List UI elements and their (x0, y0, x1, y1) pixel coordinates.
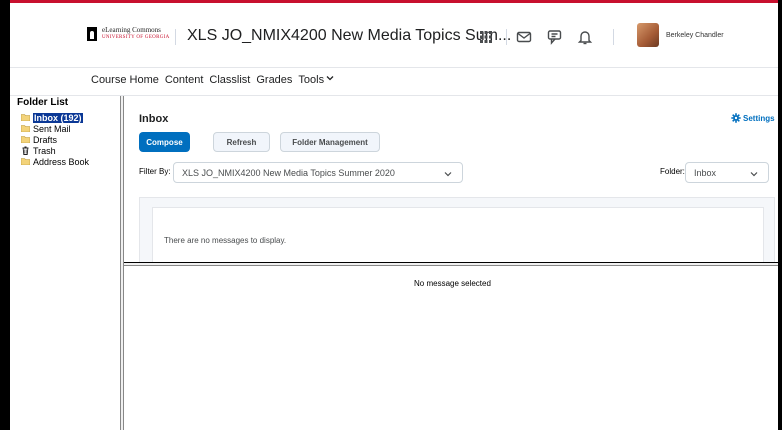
folder-item-label: Inbox (192) (33, 112, 83, 123)
folder-list: Inbox (192) Sent Mail Drafts Trash Addre… (21, 112, 89, 167)
folder-select-value: Inbox (694, 167, 717, 178)
mail-icon[interactable] (515, 28, 533, 46)
settings-label: Settings (743, 113, 775, 123)
filter-by-select[interactable]: XLS JO_NMIX4200 New Media Topics Summer … (173, 162, 463, 183)
folder-list-panel: Folder List Inbox (192) Sent Mail Drafts… (10, 96, 120, 430)
folder-icon (21, 158, 30, 165)
folder-item-label: Drafts (33, 134, 58, 145)
compose-button[interactable]: Compose (139, 132, 190, 152)
chat-icon[interactable] (546, 28, 564, 46)
folder-list-heading: Folder List (17, 97, 69, 108)
bell-icon[interactable] (576, 28, 594, 46)
header-divider (175, 29, 176, 45)
folder-icon (21, 114, 30, 121)
empty-message-text: There are no messages to display. (164, 236, 287, 245)
folder-item-label: Trash (33, 145, 56, 156)
message-preview-pane: No message selected (124, 266, 778, 430)
folder-icon (21, 136, 30, 143)
folder-item-drafts[interactable]: Drafts (21, 134, 89, 145)
course-navbar: Course Home Content Classlist Grades Too… (10, 68, 778, 96)
settings-link[interactable]: Settings (731, 113, 775, 123)
logo-line1: eLearning Commons (102, 26, 161, 34)
folder-icon (21, 125, 30, 132)
apps-grid-icon[interactable] (477, 28, 495, 46)
nav-classlist[interactable]: Classlist (209, 74, 250, 86)
window-left-border (0, 0, 10, 430)
folder-item-address-book[interactable]: Address Book (21, 156, 89, 167)
uga-arch-icon (87, 27, 97, 41)
message-list-area: There are no messages to display. (139, 197, 775, 263)
folder-item-sent-mail[interactable]: Sent Mail (21, 123, 89, 134)
folder-select-label: Folder: (660, 167, 685, 176)
message-list: There are no messages to display. (152, 207, 764, 263)
gear-icon (731, 113, 741, 123)
folder-item-trash[interactable]: Trash (21, 145, 89, 156)
inbox-panel: Inbox Settings Compose Refresh Folder Ma… (124, 96, 778, 263)
folder-item-inbox[interactable]: Inbox (192) (21, 112, 89, 123)
uga-logo[interactable]: eLearning Commons UNIVERSITY OF GEORGIA (87, 27, 170, 41)
logo-line2: UNIVERSITY OF GEORGIA (102, 35, 170, 40)
page-title: Inbox (139, 113, 169, 125)
folder-management-button[interactable]: Folder Management (280, 132, 380, 152)
filter-by-label: Filter By: (139, 167, 171, 176)
user-name[interactable]: Berkeley Chandler (666, 32, 724, 39)
window-right-border (778, 0, 782, 430)
header-divider (506, 29, 507, 45)
no-message-selected-text: No message selected (414, 279, 491, 288)
nav-tools[interactable]: Tools (298, 74, 334, 86)
course-title[interactable]: XLS JO_NMIX4200 New Media Topics Sum... (187, 27, 511, 45)
nav-tools-label: Tools (298, 74, 325, 86)
logo-text: eLearning Commons UNIVERSITY OF GEORGIA (102, 27, 170, 41)
refresh-button[interactable]: Refresh (213, 132, 270, 152)
folder-select[interactable]: Inbox (685, 162, 769, 183)
header-divider (613, 29, 614, 45)
app-header: eLearning Commons UNIVERSITY OF GEORGIA … (10, 3, 778, 68)
nav-content[interactable]: Content (165, 74, 204, 86)
chevron-down-icon (750, 172, 758, 177)
filter-by-value: XLS JO_NMIX4200 New Media Topics Summer … (182, 167, 395, 178)
nav-course-home[interactable]: Course Home (91, 74, 159, 86)
avatar[interactable] (637, 23, 659, 47)
trash-icon (22, 146, 29, 155)
nav-grades[interactable]: Grades (256, 74, 292, 86)
chevron-down-icon (326, 76, 334, 81)
folder-item-label: Address Book (33, 156, 90, 167)
folder-item-label: Sent Mail (33, 123, 71, 134)
chevron-down-icon (444, 172, 452, 177)
